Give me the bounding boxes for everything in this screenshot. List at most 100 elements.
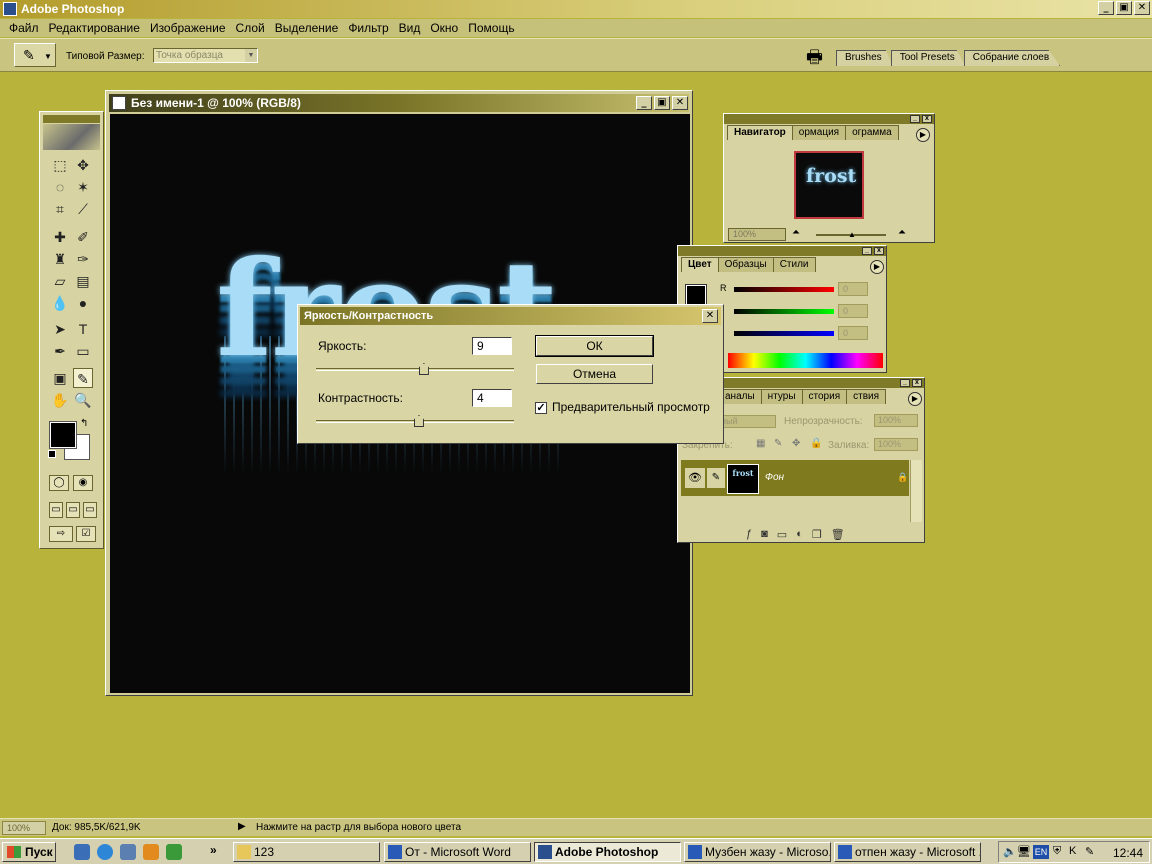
hand-icon[interactable]: ✋ [50, 390, 70, 410]
new-layer-icon[interactable]: ❐ [812, 528, 822, 541]
brush-icon[interactable]: ✐ [73, 227, 93, 247]
swap-colors-icon[interactable]: ↰ [80, 418, 88, 429]
tray-app-icon[interactable]: K [1069, 845, 1076, 857]
sample-size-select[interactable]: Точка образца ▼ [153, 48, 258, 63]
document-title[interactable]: Без имени-1 @ 100% (RGB/8) [109, 94, 689, 112]
layer-row[interactable]: 👁 ✎ frost Фон 🔒 [681, 460, 909, 496]
adjustment-layer-icon[interactable]: ◐ [796, 528, 803, 541]
brightness-slider-thumb[interactable] [418, 363, 429, 375]
taskbar-button-photoshop[interactable]: Adobe Photoshop [534, 842, 681, 862]
trash-icon[interactable]: 🗑 [831, 528, 845, 541]
lock-position-icon[interactable]: ✥ [792, 438, 800, 449]
healing-icon[interactable]: ✚ [50, 227, 70, 247]
menu-layer[interactable]: Слой [231, 21, 270, 35]
green-slider[interactable] [734, 309, 834, 314]
stamp-icon[interactable]: ♜ [50, 249, 70, 269]
tray-tool-icon[interactable]: ✎ [1085, 845, 1094, 858]
standard-mode-icon[interactable]: ◯ [49, 475, 69, 491]
type-icon[interactable]: T [73, 319, 93, 339]
tab-paths[interactable]: нтуры [760, 389, 803, 404]
eyedropper-tool[interactable]: ✎ [73, 368, 93, 388]
menu-view[interactable]: Вид [394, 21, 426, 35]
shape-icon[interactable]: ▭ [73, 341, 93, 361]
navigator-zoom-field[interactable]: 100% [728, 228, 786, 241]
menu-select[interactable]: Выделение [270, 21, 344, 35]
lock-transparency-icon[interactable]: ▦ [756, 438, 765, 449]
screen-mode-full-menu-icon[interactable]: ▭ [66, 502, 80, 518]
menu-edit[interactable]: Редактирование [44, 21, 145, 35]
tab-styles[interactable]: Стили [772, 257, 816, 272]
pen-icon[interactable]: ✒ [50, 341, 70, 361]
cancel-button[interactable]: Отмена [536, 364, 653, 384]
tool-preset-icon[interactable]: ☑ [76, 526, 96, 542]
menu-help[interactable]: Помощь [463, 21, 519, 35]
play-icon[interactable]: ▶ [238, 821, 246, 832]
path-select-icon[interactable]: ➤ [50, 319, 70, 339]
taskbar-button-word-1[interactable]: От - Microsoft Word [384, 842, 531, 862]
status-doc-size[interactable]: Док: 985,5K/621,9K [52, 822, 141, 833]
palette-menu-button[interactable]: ▶ [916, 128, 930, 142]
taskbar-button-word-3[interactable]: отпен жазу - Microsoft ... [834, 842, 981, 862]
lock-all-icon[interactable]: 🔒 [810, 438, 822, 449]
dialog-close-button[interactable]: ✕ [702, 309, 718, 323]
palette-close-button[interactable]: x [912, 379, 922, 387]
navigator-thumbnail[interactable]: frost [794, 151, 864, 219]
menu-file[interactable]: Файл [4, 21, 44, 35]
quick-launch-app-icon[interactable] [143, 844, 159, 860]
tab-channels[interactable]: аналы [718, 389, 762, 404]
status-zoom-field[interactable]: 100% [2, 821, 46, 835]
palette-close-button[interactable]: x [874, 247, 884, 255]
brightness-slider[interactable] [316, 368, 514, 371]
tab-histogram[interactable]: ограмма [845, 125, 899, 140]
internet-explorer-icon[interactable] [97, 844, 113, 860]
jump-to-imageready-icon[interactable]: ⇨ [49, 526, 73, 542]
layer-mask-icon[interactable]: ◙ [761, 528, 768, 541]
brightness-input[interactable]: 9 [472, 337, 512, 355]
tab-actions[interactable]: ствия [846, 389, 887, 404]
minimize-button[interactable]: _ [1098, 1, 1114, 15]
tool-preset-picker[interactable]: ✎ ▼ [14, 43, 56, 67]
language-indicator[interactable]: EN [1033, 845, 1049, 859]
tab-history[interactable]: стория [801, 389, 848, 404]
crop-icon[interactable]: ⌗ [50, 199, 70, 219]
blue-slider[interactable] [734, 331, 834, 336]
show-desktop-icon[interactable] [74, 844, 90, 860]
menu-window[interactable]: Окно [425, 21, 463, 35]
quick-launch-more[interactable]: » [210, 843, 217, 857]
dodge-icon[interactable]: ● [73, 293, 93, 313]
taskbar-button-word-2[interactable]: Музбен жазу - Microso... [684, 842, 831, 862]
doc-close-button[interactable]: ✕ [672, 96, 688, 110]
network-icon[interactable]: 🖥 [1017, 845, 1031, 858]
quick-mask-icon[interactable]: ◉ [73, 475, 93, 491]
palette-title-bar[interactable] [678, 246, 886, 256]
notes-icon[interactable]: ▣ [50, 368, 70, 388]
color-spectrum-bar[interactable] [728, 353, 883, 368]
screen-mode-full-icon[interactable]: ▭ [83, 502, 97, 518]
palette-menu-button[interactable]: ▶ [908, 392, 922, 406]
move-icon[interactable]: ✥ [73, 155, 93, 175]
ok-button[interactable]: ОК [535, 335, 654, 357]
eraser-icon[interactable]: ▱ [50, 271, 70, 291]
tab-swatches[interactable]: Образцы [717, 257, 774, 272]
well-tab-tool-presets[interactable]: Tool Presets [890, 50, 966, 66]
magic-wand-icon[interactable]: ✶ [73, 177, 93, 197]
outlook-express-icon[interactable] [120, 844, 136, 860]
zoom-in-icon[interactable]: ⏶ [898, 227, 906, 238]
layer-name[interactable]: Фон [765, 472, 784, 483]
restore-button[interactable]: ▣ [1116, 1, 1132, 15]
antivirus-icon[interactable]: ⛨ [1053, 845, 1061, 858]
doc-minimize-button[interactable]: _ [636, 96, 652, 110]
lasso-icon[interactable]: ◌ [50, 177, 70, 197]
palette-title-bar[interactable] [724, 114, 934, 124]
preview-checkbox[interactable]: ✓ [535, 402, 547, 414]
blend-mode-select[interactable]: ный [718, 415, 776, 428]
taskbar-button-folder[interactable]: 123 [233, 842, 380, 862]
close-button[interactable]: ✕ [1134, 1, 1150, 15]
menu-filter[interactable]: Фильтр [343, 21, 393, 35]
palette-minimize-button[interactable]: _ [910, 115, 920, 123]
zoom-slider-thumb[interactable]: ▲ [848, 230, 856, 239]
red-value-field[interactable]: 0 [838, 282, 868, 296]
well-tab-brushes[interactable]: Brushes [836, 50, 893, 66]
color-foreground-swatch[interactable] [685, 284, 707, 306]
clock[interactable]: 12:44 [1113, 846, 1143, 860]
